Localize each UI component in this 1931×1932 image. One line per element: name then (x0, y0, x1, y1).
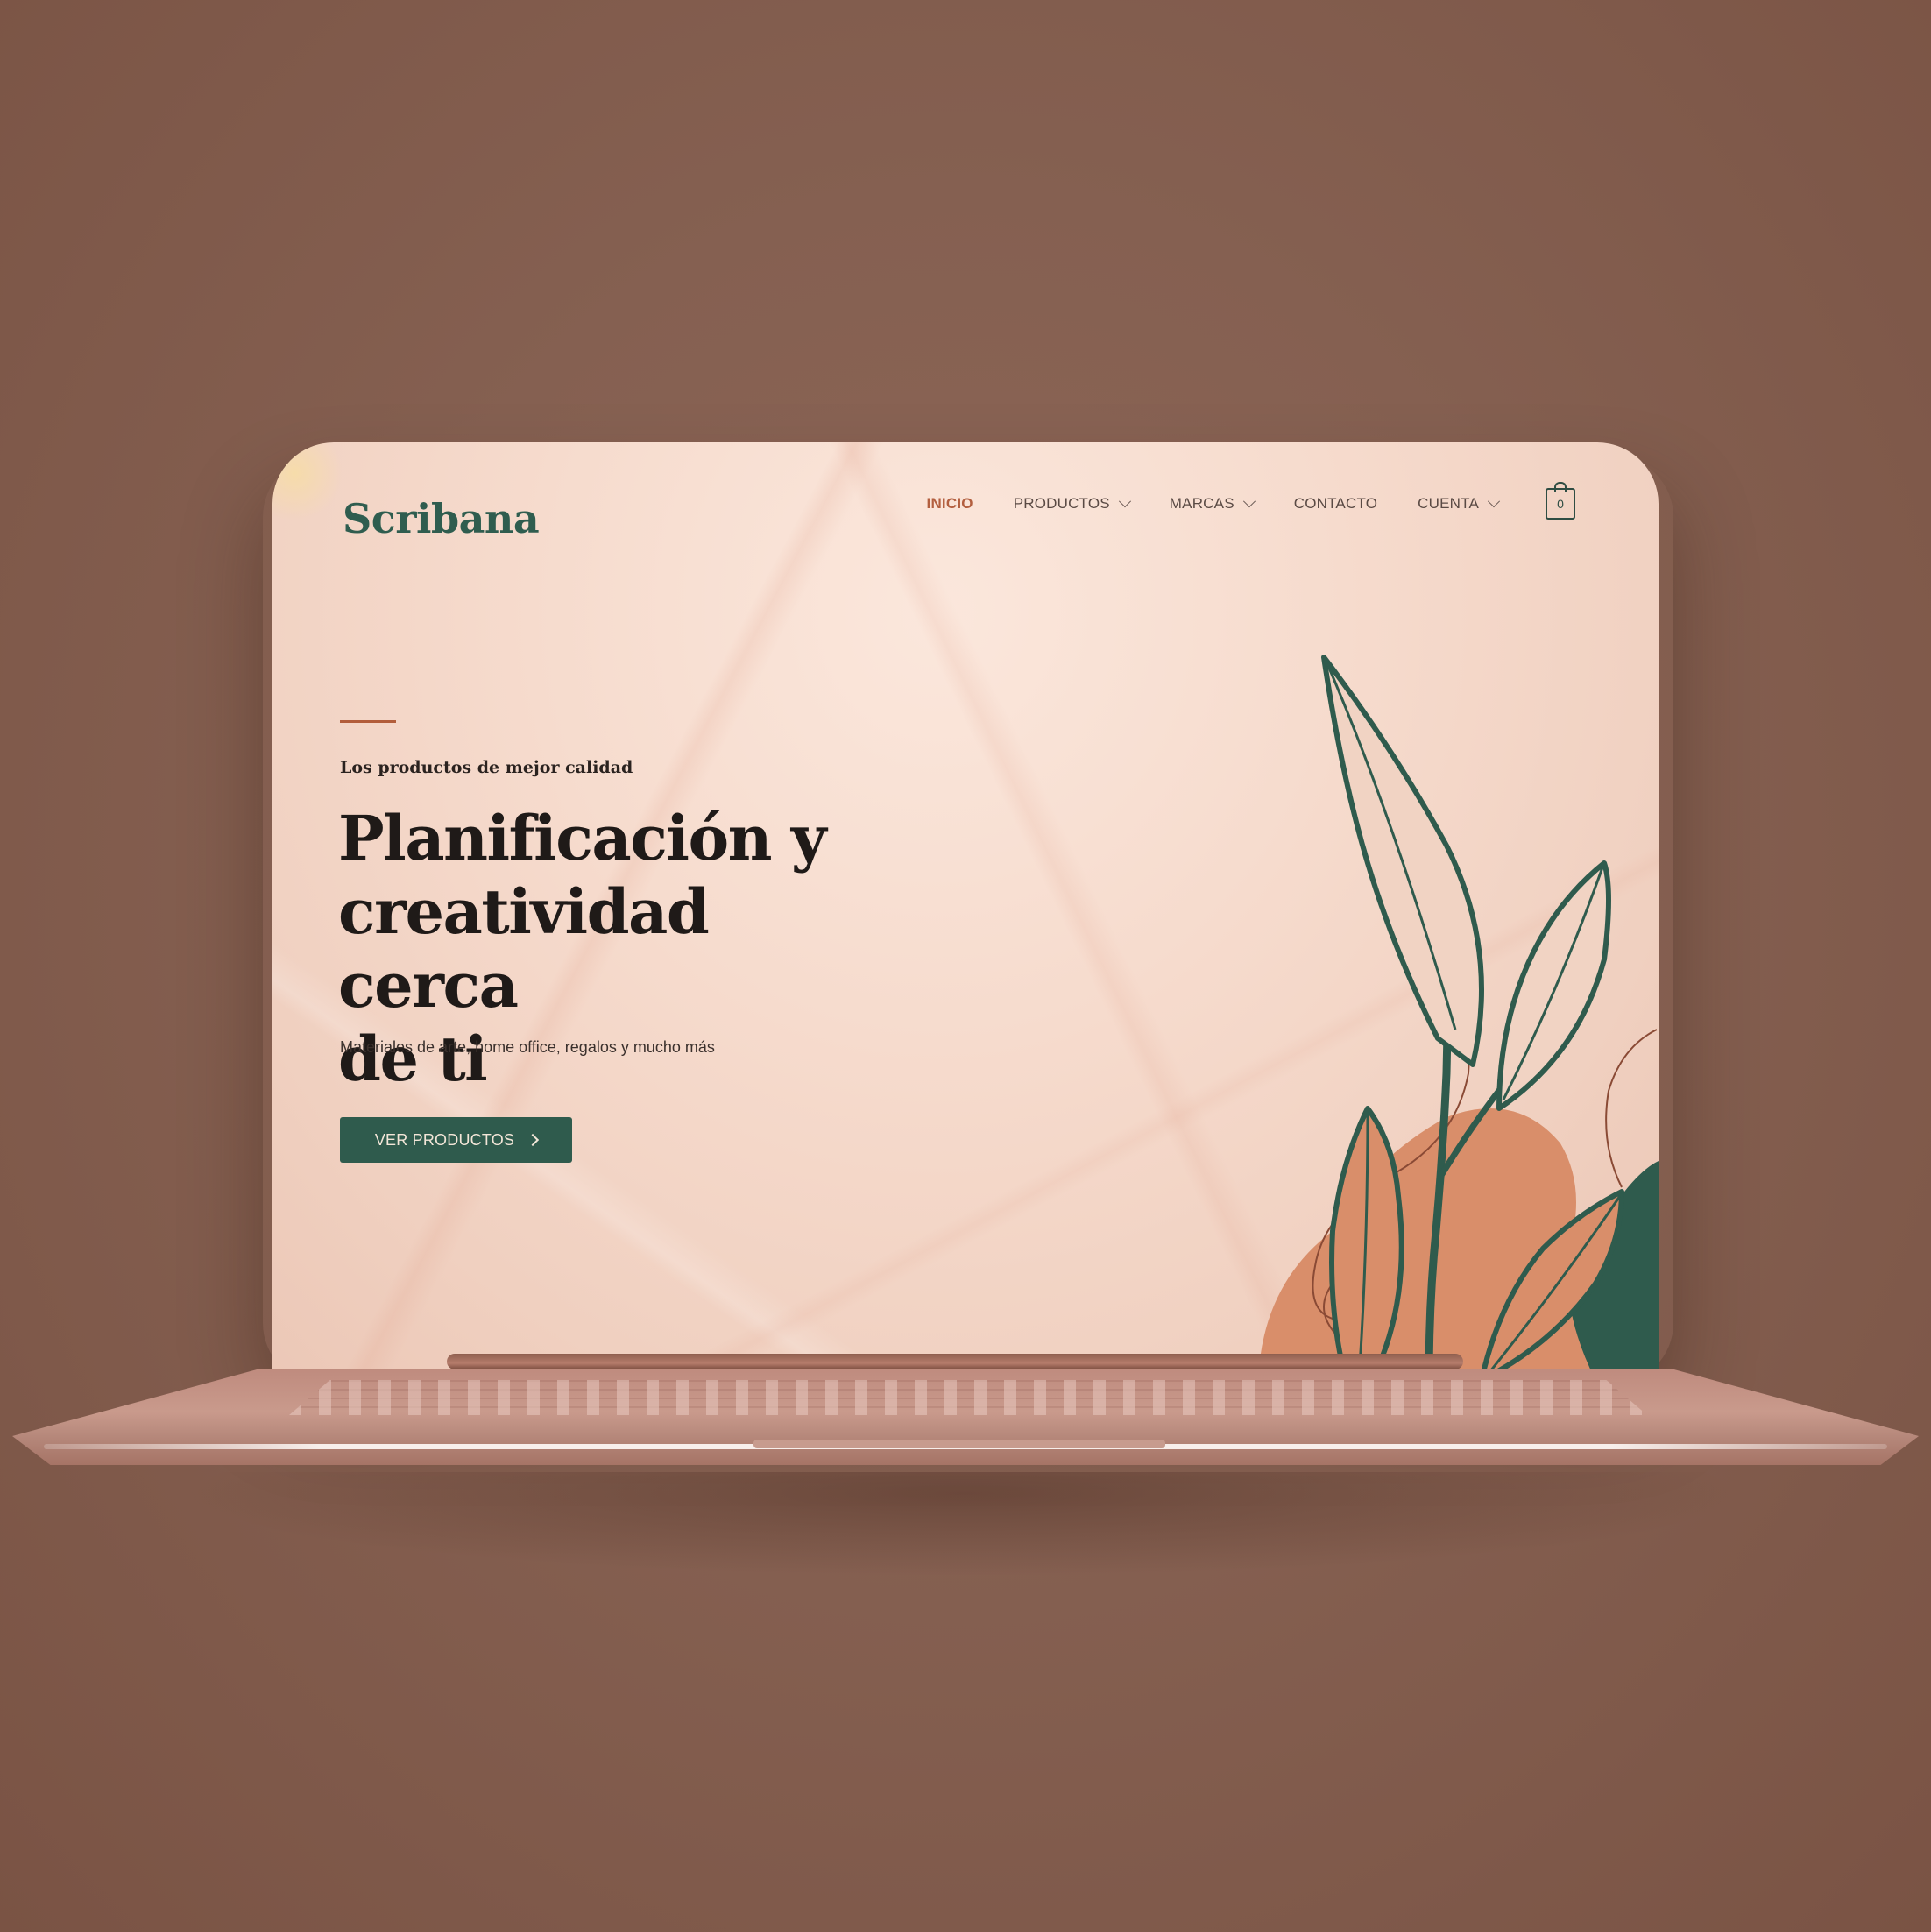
hero-subtext: Materiales de arte, home office, regalos… (340, 1038, 715, 1056)
botanical-illustration (1258, 655, 1659, 1380)
nav-item-inicio[interactable]: INICIO (927, 495, 973, 513)
nav-item-marcas[interactable]: MARCAS (1169, 495, 1256, 513)
plant-leaf (1496, 860, 1611, 1111)
swirl-line (1605, 1029, 1658, 1188)
laptop-screen: Scribana INICIO PRODUCTOS MARCAS CONTACT… (272, 442, 1659, 1380)
headline-line: de ti (338, 1023, 488, 1095)
cta-label: VER PRODUCTOS (374, 1130, 515, 1149)
nav-item-productos[interactable]: PRODUCTOS (1013, 495, 1131, 513)
nav-item-cuenta[interactable]: CUENTA (1418, 495, 1501, 513)
laptop-keyboard (289, 1380, 1647, 1415)
cart-count: 0 (1557, 497, 1564, 511)
nav-item-label: MARCAS (1169, 495, 1234, 512)
chevron-down-icon (1242, 495, 1256, 508)
nav-item-label: INICIO (926, 495, 973, 512)
chevron-down-icon (1487, 495, 1501, 508)
shopping-bag-icon[interactable]: 0 (1546, 482, 1575, 520)
laptop-hinge (447, 1354, 1463, 1369)
headline-line: Planificación y (338, 802, 827, 874)
chevron-right-icon (527, 1133, 540, 1147)
accent-divider (340, 720, 396, 723)
site-logo[interactable]: Scribana (343, 495, 540, 542)
headline-line: creatividad cerca (338, 875, 710, 1022)
chevron-down-icon (1118, 495, 1131, 508)
nav-item-label: CUENTA (1418, 495, 1479, 512)
hero-eyebrow: Los productos de mejor calidad (340, 758, 633, 777)
nav-item-label: CONTACTO (1293, 495, 1378, 512)
laptop-mockup-scene: Scribana INICIO PRODUCTOS MARCAS CONTACT… (0, 0, 1931, 1932)
laptop-notch (753, 1440, 1165, 1448)
nav-item-label: PRODUCTOS (1013, 495, 1110, 512)
nav-item-contacto[interactable]: CONTACTO (1294, 495, 1377, 513)
laptop-shadow (175, 1472, 1752, 1577)
main-nav: INICIO PRODUCTOS MARCAS CONTACTO CUENTA … (927, 482, 1575, 520)
ver-productos-button[interactable]: VER PRODUCTOS (340, 1117, 572, 1163)
